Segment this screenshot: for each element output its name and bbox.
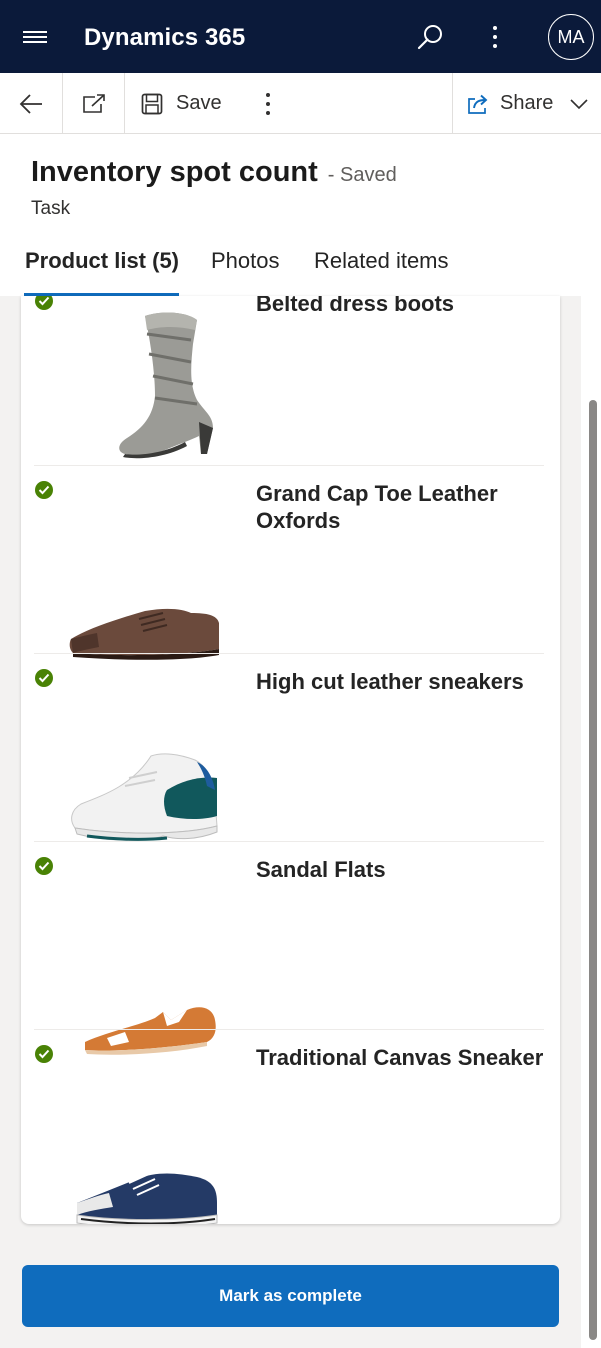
search-icon[interactable] [415, 22, 445, 52]
entity-type-label: Task [31, 198, 71, 219]
list-item[interactable]: High cut leather sneakers [21, 654, 560, 842]
user-avatar[interactable]: MA [548, 14, 594, 60]
scrollbar-thumb[interactable] [589, 400, 597, 1340]
page-title: Inventory spot count [31, 156, 318, 188]
open-in-new-window-icon [82, 93, 105, 113]
record-header: Inventory spot count - Saved Task Produc… [0, 134, 601, 296]
share-icon [468, 94, 488, 114]
checkmark-icon [35, 296, 53, 310]
list-item[interactable]: Traditional Canvas Sneaker [21, 1030, 560, 1224]
product-list: Belted dress boots Grand Cap Toe Leather… [21, 296, 560, 1224]
checkmark-icon [35, 857, 53, 875]
tab-product-list[interactable]: Product list (5) [23, 246, 180, 296]
list-item[interactable]: Sandal Flats [21, 842, 560, 1055]
save-status: - Saved [327, 164, 397, 186]
chevron-down-icon [570, 98, 588, 109]
mark-as-complete-button[interactable]: Mark as complete [22, 1265, 559, 1327]
back-button[interactable] [0, 73, 62, 134]
command-bar: Save Share [0, 73, 601, 134]
checkmark-icon [35, 1045, 53, 1063]
app-title[interactable]: Dynamics 365 [84, 24, 245, 52]
tab-list: Product list (5) Photos Related items [0, 246, 601, 296]
product-name: Sandal Flats [256, 857, 386, 882]
tab-photos[interactable]: Photos [211, 246, 280, 296]
product-name: Traditional Canvas Sneaker [256, 1045, 544, 1070]
back-arrow-icon [19, 93, 42, 114]
grey-boot-image [119, 312, 213, 459]
checkmark-icon [35, 481, 53, 499]
more-vertical-icon[interactable] [482, 24, 508, 50]
product-name: High cut leather sneakers [256, 669, 524, 694]
save-label: Save [176, 92, 222, 114]
navy-canvas-sneaker-image [76, 1164, 218, 1224]
title-row: Inventory spot count - Saved [31, 156, 397, 189]
command-overflow-button[interactable] [250, 73, 286, 134]
more-vertical-icon [266, 92, 270, 115]
tab-related-items[interactable]: Related items [314, 246, 449, 296]
checkmark-icon [35, 669, 53, 687]
save-button[interactable]: Save [140, 73, 230, 134]
share-button[interactable]: Share [466, 73, 594, 134]
list-item[interactable]: Belted dress boots [21, 296, 560, 466]
save-icon [141, 93, 163, 114]
product-name: Belted dress boots [256, 296, 455, 316]
app-header: Dynamics 365 MA [0, 0, 601, 73]
list-item[interactable]: Grand Cap Toe Leather Oxfords [21, 466, 560, 660]
hamburger-icon[interactable] [20, 28, 50, 46]
open-in-new-window-button[interactable] [63, 73, 124, 134]
product-name: Grand Cap Toe Leather Oxfords [256, 481, 498, 533]
share-label: Share [500, 92, 554, 114]
